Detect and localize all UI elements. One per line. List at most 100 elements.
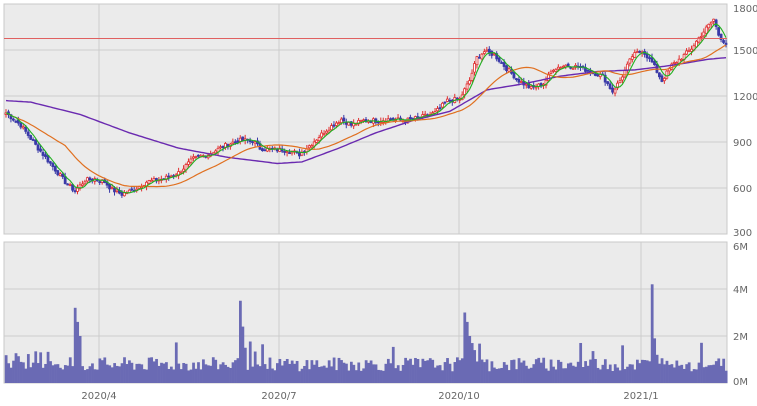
volume-bar (722, 358, 726, 383)
volume-bar (675, 360, 679, 383)
volume-bar (724, 370, 728, 383)
candle-body (189, 158, 193, 163)
candle-body (115, 189, 119, 192)
volume-bar (394, 368, 398, 383)
volume-bar (618, 370, 622, 383)
volume-bar (120, 363, 124, 383)
volume-bar (26, 354, 30, 383)
candle-body (628, 58, 632, 64)
volume-bar (470, 343, 474, 383)
candle-body (630, 56, 634, 60)
volume-bar (19, 361, 23, 383)
volume-bar (293, 363, 297, 383)
volume-bar (586, 365, 590, 383)
candle-body (187, 161, 190, 165)
volume-bar (643, 360, 647, 383)
volume-bar (105, 364, 109, 383)
candle-body (51, 163, 55, 167)
volume-bar (488, 371, 491, 383)
candle-body (569, 66, 573, 69)
candle-body (596, 74, 600, 77)
volume-bar (192, 362, 195, 383)
volume-bar (670, 364, 674, 383)
volume-bar (63, 365, 67, 383)
volume-bar (187, 370, 190, 383)
candle-body (515, 78, 518, 81)
volume-bar (278, 358, 282, 383)
candle-body (621, 76, 624, 81)
volume-bar (539, 362, 543, 383)
volume-bar (507, 370, 511, 383)
volume-bar (441, 370, 444, 383)
volume-bar (433, 367, 437, 383)
volume-bar (636, 359, 639, 383)
candle-body (551, 69, 555, 72)
volume-bar (135, 363, 139, 383)
candle-body (586, 69, 590, 72)
volume-bar (562, 368, 565, 383)
price-y-tick: 900 (733, 138, 752, 149)
candle-body (500, 62, 504, 64)
volume-bar (525, 365, 528, 383)
volume-bar (451, 371, 454, 383)
volume-bar (631, 364, 634, 383)
candle-body (196, 154, 200, 157)
volume-bar (544, 368, 548, 383)
volume-bar (596, 367, 600, 383)
volume-bar (78, 336, 82, 383)
volume-bar (549, 359, 553, 383)
volume-bar (96, 369, 99, 383)
volume-bar (155, 358, 158, 383)
volume-bar (51, 365, 55, 383)
volume-bar (431, 359, 435, 383)
candle-body (712, 18, 716, 22)
volume-bar (692, 369, 696, 383)
volume-bar (68, 357, 72, 383)
volume-bar (204, 364, 208, 383)
candle-body (307, 145, 311, 149)
volume-bar (108, 365, 112, 383)
candle-body (73, 190, 77, 193)
candle-body (635, 51, 639, 54)
volume-bar (273, 370, 277, 383)
volume-bar (337, 357, 341, 383)
volume-bar (88, 366, 92, 383)
x-tick: 2020/10 (438, 391, 480, 402)
volume-bar (552, 366, 555, 383)
candle-body (288, 152, 291, 155)
volume-bar (174, 342, 178, 383)
volume-bar (243, 347, 247, 383)
volume-bar (357, 362, 361, 383)
volume-bar (512, 359, 516, 383)
volume-bar (142, 369, 146, 383)
volume-bar (579, 342, 583, 383)
volume-bar (384, 363, 388, 383)
candle-body (660, 75, 664, 82)
candle-body (505, 65, 508, 72)
candle-body (389, 118, 393, 121)
volume-bar (409, 358, 412, 383)
candle-body (561, 65, 565, 68)
volume-bar (645, 360, 649, 383)
volume-bar (658, 363, 661, 383)
candle-body (63, 176, 67, 185)
volume-bar (165, 362, 168, 383)
volume-bar (34, 351, 38, 383)
volume-bar (298, 371, 301, 383)
volume-bar (705, 366, 708, 383)
volume-bar (640, 359, 644, 383)
candle-body (66, 183, 70, 186)
candle-body (362, 119, 365, 122)
volume-bar (288, 363, 292, 383)
candle-body (680, 58, 684, 61)
candle-body (554, 68, 558, 72)
candle-body (322, 133, 326, 136)
volume-bar (44, 363, 47, 383)
volume-bar (317, 366, 321, 383)
volume-bar (492, 367, 496, 383)
volume-bar (110, 367, 114, 383)
volume-bar (389, 363, 393, 383)
volume-bar (566, 363, 570, 383)
candle-body (191, 156, 195, 159)
volume-bar (340, 360, 343, 383)
